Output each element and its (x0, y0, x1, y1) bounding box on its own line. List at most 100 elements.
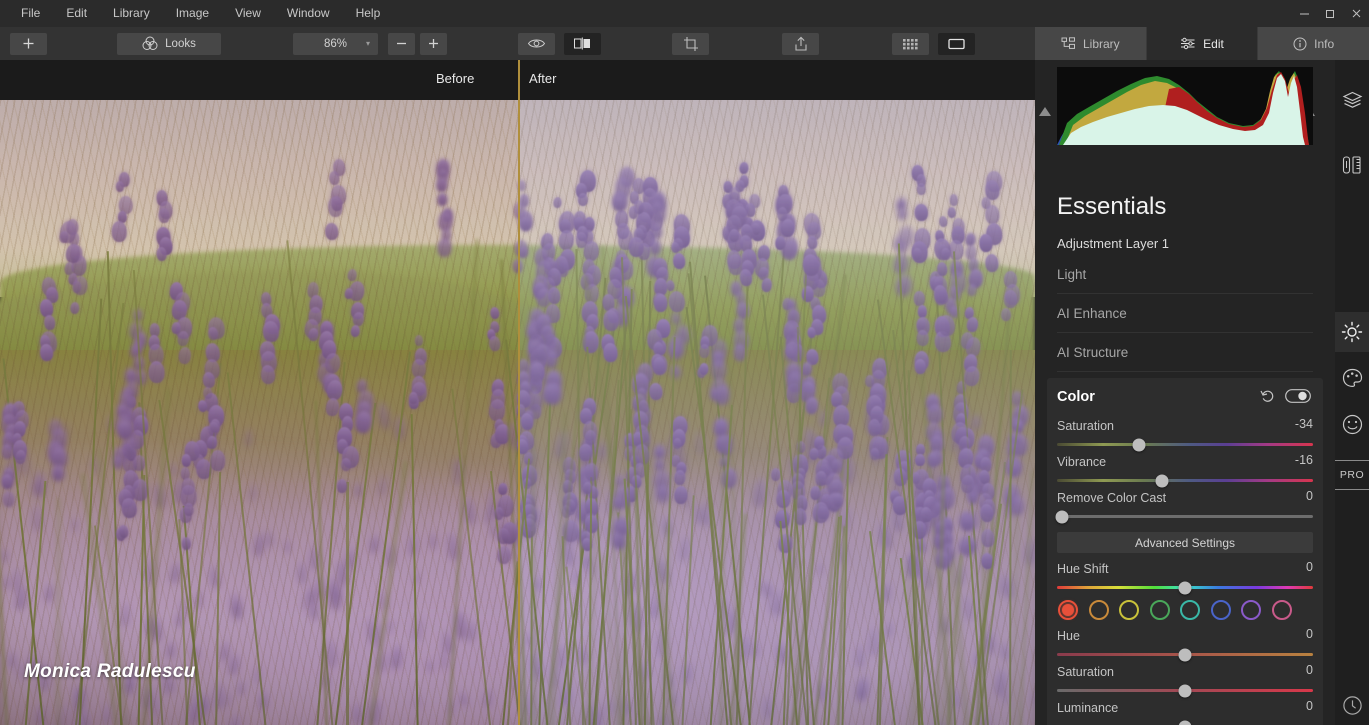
slider-vibrance[interactable]: Vibrance -16 (1057, 453, 1313, 487)
share-export-icon (794, 36, 808, 52)
swatch-red[interactable] (1058, 600, 1078, 620)
panel-tabs: Library Edit Info (1035, 27, 1369, 60)
pro-badge[interactable]: PRO (1335, 460, 1369, 490)
shadow-clip-triangle-icon[interactable] (1039, 107, 1051, 116)
slider-channel-hue-track[interactable] (1057, 648, 1313, 661)
tools-ruler-icon[interactable] (1335, 145, 1369, 185)
tab-library[interactable]: Library (1035, 27, 1147, 60)
venn-circles-icon (142, 36, 158, 51)
swatch-purple[interactable] (1241, 600, 1261, 620)
info-icon (1293, 37, 1307, 51)
photo-watermark: Monica Radulescu (24, 661, 196, 682)
menu-item-window[interactable]: Window (274, 0, 343, 27)
looks-button[interactable]: Looks (117, 32, 221, 55)
adjustment-layer-name[interactable]: Adjustment Layer 1 (1057, 236, 1169, 251)
slider-channel-hue[interactable]: Hue 0 (1057, 627, 1313, 661)
menu-item-library[interactable]: Library (100, 0, 163, 27)
slider-hue-shift[interactable]: Hue Shift 0 (1057, 560, 1313, 594)
color-swatch-row (1057, 600, 1313, 620)
menu-item-image[interactable]: Image (163, 0, 222, 27)
history-clock-icon[interactable] (1335, 685, 1369, 725)
grid-view-icon (902, 37, 920, 50)
slider-saturation-knob[interactable] (1132, 438, 1146, 451)
accordion-item-ai-enhance[interactable]: AI Enhance (1057, 294, 1313, 333)
swatch-aqua[interactable] (1180, 600, 1200, 620)
slider-channel-hue-knob[interactable] (1178, 648, 1192, 661)
add-button[interactable] (10, 32, 47, 55)
zoom-level-select[interactable]: 86% ▾ (293, 32, 378, 55)
tab-edit-label: Edit (1203, 36, 1224, 51)
after-label: After (529, 71, 557, 86)
edit-panel-body: Essentials Adjustment Layer 1 Light AI E… (1035, 60, 1335, 725)
panel-title: Essentials (1057, 193, 1167, 220)
slider-remove-color-cast-label: Remove Color Cast (1057, 491, 1167, 505)
slider-channel-luminance-value: 0 (1306, 699, 1313, 713)
maximize-icon[interactable] (1317, 0, 1343, 27)
slider-hue-shift-value: 0 (1306, 560, 1313, 574)
slider-remove-color-cast-knob[interactable] (1055, 510, 1069, 523)
before-after-divider[interactable] (518, 60, 520, 725)
sliders-icon (1180, 37, 1196, 50)
visibility-toggle-icon[interactable] (1285, 389, 1311, 403)
preview-toggle-button[interactable] (518, 32, 555, 55)
slider-channel-saturation-label: Saturation (1057, 665, 1114, 679)
menu-item-edit[interactable]: Edit (53, 0, 100, 27)
slider-channel-hue-value: 0 (1306, 627, 1313, 641)
single-view-button[interactable] (938, 32, 975, 55)
tab-info[interactable]: Info (1258, 27, 1369, 60)
slider-remove-color-cast-track[interactable] (1055, 510, 1313, 523)
slider-hue-shift-knob[interactable] (1178, 581, 1192, 594)
slider-channel-saturation-track[interactable] (1057, 684, 1313, 697)
slider-hue-shift-label: Hue Shift (1057, 562, 1109, 576)
tab-edit[interactable]: Edit (1146, 27, 1259, 60)
layers-icon[interactable] (1335, 80, 1369, 120)
slider-channel-saturation[interactable]: Saturation 0 (1057, 663, 1313, 697)
slider-hue-shift-track[interactable] (1057, 581, 1313, 594)
slider-remove-color-cast-value: 0 (1306, 489, 1313, 503)
close-icon[interactable] (1343, 0, 1369, 27)
right-panel: Library Edit Info Essentials Adjustment … (1035, 27, 1369, 725)
chevron-down-icon: ▾ (365, 39, 370, 48)
slider-channel-hue-label: Hue (1057, 629, 1080, 643)
advanced-settings-button[interactable]: Advanced Settings (1057, 532, 1313, 553)
gallery-view-button[interactable] (892, 32, 929, 55)
slider-vibrance-track[interactable] (1057, 474, 1313, 487)
slider-remove-color-cast[interactable]: Remove Color Cast 0 (1055, 489, 1313, 523)
looks-label: Looks (165, 37, 196, 50)
portrait-face-icon[interactable] (1335, 404, 1369, 444)
window-controls (1291, 0, 1369, 27)
slider-saturation-track[interactable] (1057, 438, 1313, 451)
slider-saturation[interactable]: Saturation -34 (1057, 417, 1313, 451)
color-palette-icon[interactable] (1335, 358, 1369, 398)
compare-split-button[interactable] (564, 32, 601, 55)
swatch-orange[interactable] (1088, 600, 1109, 620)
export-button[interactable] (782, 32, 819, 55)
swatch-green[interactable] (1149, 600, 1170, 620)
slider-channel-luminance-label: Luminance (1057, 701, 1119, 715)
title-bar: File Edit Library Image View Window Help (0, 0, 1369, 27)
menu-item-help[interactable]: Help (343, 0, 394, 27)
slider-vibrance-knob[interactable] (1155, 474, 1169, 487)
light-sun-icon[interactable] (1335, 312, 1369, 352)
slider-channel-luminance[interactable]: Luminance 0 (1057, 699, 1313, 725)
zoom-in-button[interactable] (420, 32, 447, 55)
slider-vibrance-label: Vibrance (1057, 455, 1107, 469)
minimize-icon[interactable] (1291, 0, 1317, 27)
crop-button[interactable] (672, 32, 709, 55)
luminar-editor-window: File Edit Library Image View Window Help (0, 0, 1369, 725)
zoom-out-button[interactable] (388, 32, 415, 55)
accordion-item-ai-structure[interactable]: AI Structure (1057, 333, 1313, 372)
image-canvas[interactable]: Before After Monica Radulescu (0, 60, 1035, 725)
rgb-histogram[interactable] (1057, 67, 1313, 145)
swatch-yellow[interactable] (1119, 600, 1139, 620)
slider-channel-saturation-value: 0 (1306, 663, 1313, 677)
swatch-magenta[interactable] (1271, 600, 1292, 620)
reset-arrow-icon[interactable] (1260, 389, 1275, 403)
slider-channel-luminance-knob[interactable] (1178, 720, 1192, 725)
menu-item-view[interactable]: View (222, 0, 274, 27)
slider-channel-saturation-knob[interactable] (1178, 684, 1192, 697)
menu-item-file[interactable]: File (8, 0, 53, 27)
accordion-item-light[interactable]: Light (1057, 255, 1313, 294)
single-view-icon (947, 37, 966, 51)
swatch-blue[interactable] (1210, 600, 1231, 620)
